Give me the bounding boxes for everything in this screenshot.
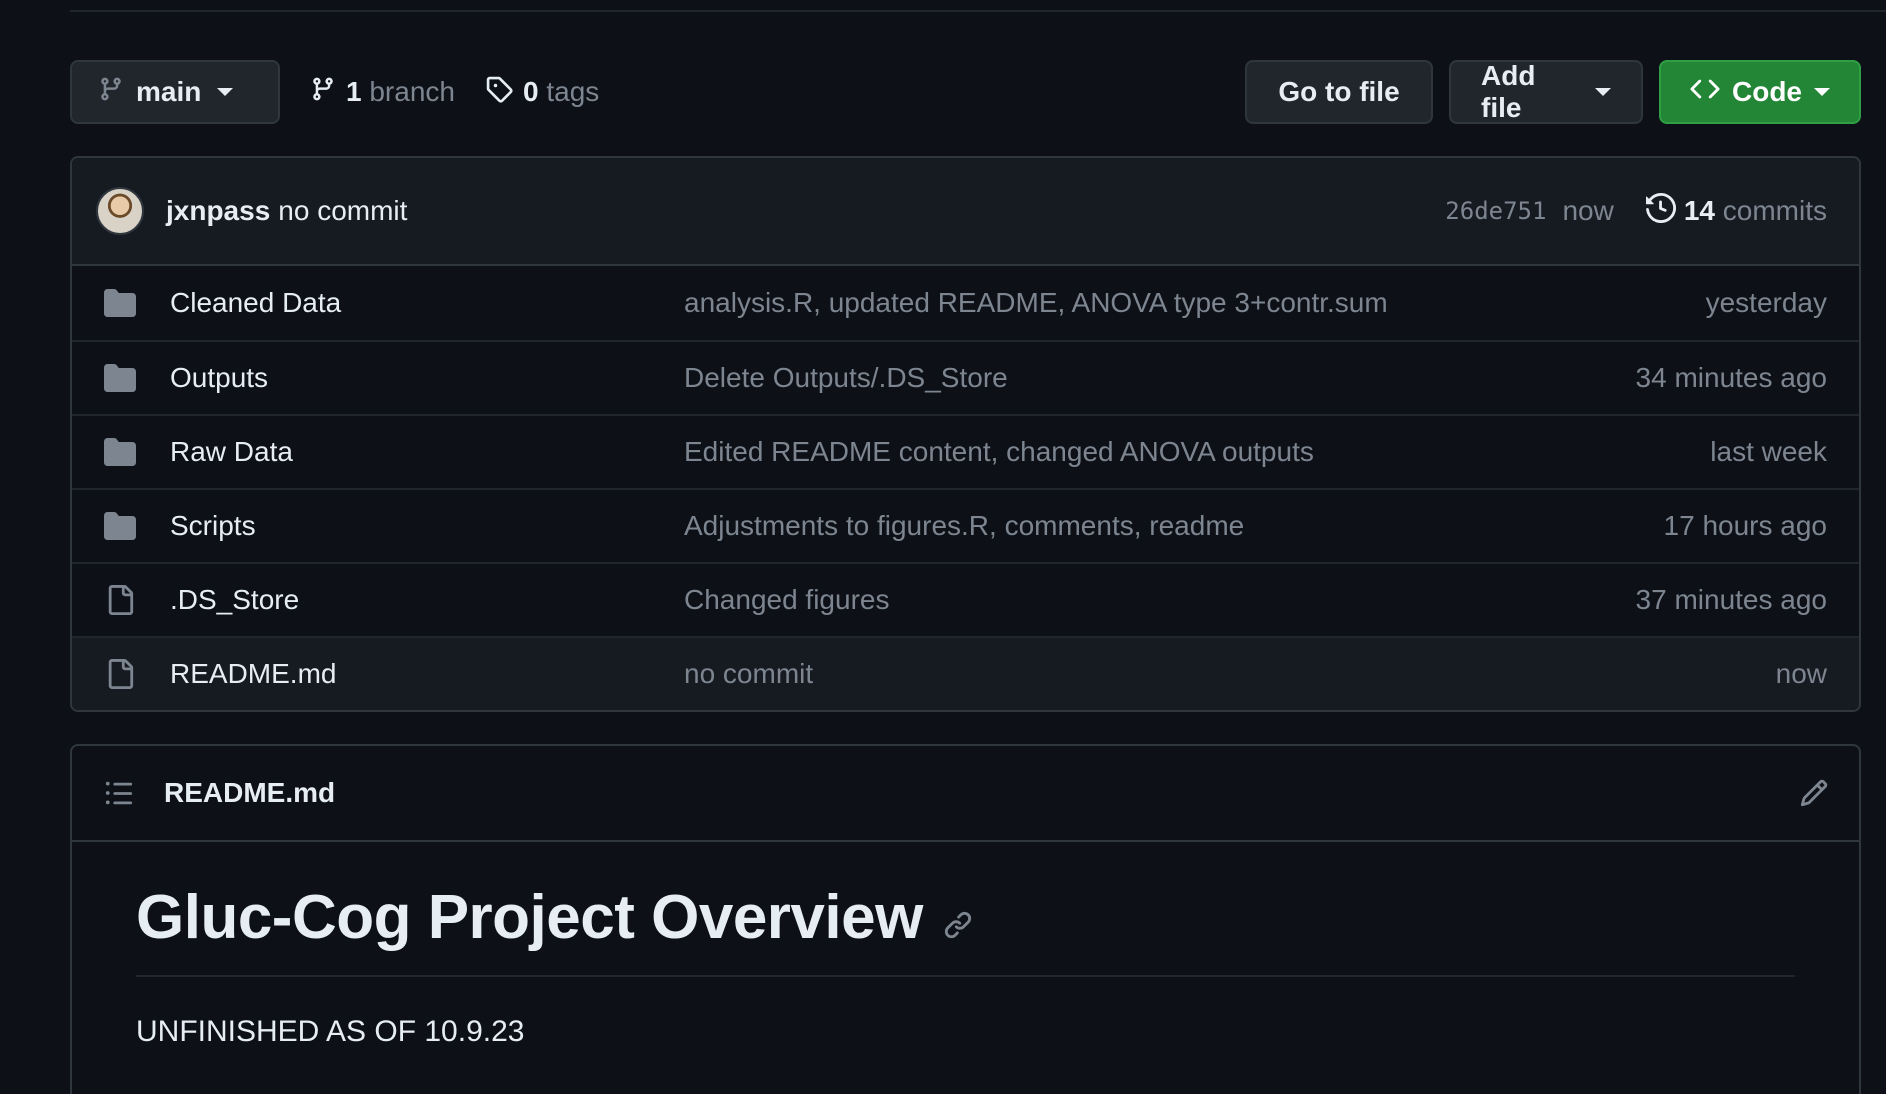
file-commit-age: last week bbox=[1710, 436, 1827, 467]
top-divider bbox=[70, 10, 1886, 12]
file-browser: jxnpass no commit 26de751 now 14 commits… bbox=[70, 156, 1861, 712]
add-file-label: Add file bbox=[1481, 60, 1536, 123]
file-commit-age: yesterday bbox=[1705, 287, 1827, 318]
commit-history-link[interactable]: 14 commits bbox=[1645, 192, 1827, 230]
folder-icon bbox=[102, 287, 138, 319]
file-row[interactable]: Scripts Adjustments to figures.R, comment… bbox=[72, 488, 1859, 562]
file-commit-age: 34 minutes ago bbox=[1635, 362, 1827, 393]
file-list: Cleaned Data analysis.R, updated README, … bbox=[72, 266, 1859, 710]
code-icon bbox=[1690, 74, 1720, 111]
chevron-down-icon bbox=[1814, 88, 1830, 96]
branches-link[interactable]: 1 branch bbox=[310, 76, 455, 109]
file-icon bbox=[102, 658, 138, 690]
file-row[interactable]: .DS_Store Changed figures 37 minutes ago bbox=[72, 562, 1859, 636]
file-commit-message-link[interactable]: Delete Outputs/.DS_Store bbox=[684, 362, 1636, 394]
pencil-icon[interactable] bbox=[1799, 778, 1829, 808]
readme-filename-link[interactable]: README.md bbox=[164, 777, 335, 809]
file-name-link[interactable]: Outputs bbox=[170, 362, 684, 394]
tag-icon bbox=[485, 75, 513, 110]
file-name-link[interactable]: Scripts bbox=[170, 510, 684, 542]
file-row[interactable]: Outputs Delete Outputs/.DS_Store 34 minute… bbox=[72, 340, 1859, 414]
readme-panel: README.md Gluc-Cog Project Overview UNFI… bbox=[70, 744, 1861, 1094]
repository-page: main 1 branch 0 tags Go to file Add file bbox=[0, 0, 1886, 1094]
commit-meta: 26de751 now 14 commits bbox=[1445, 192, 1827, 230]
file-commit-message-link[interactable]: analysis.R, updated README, ANOVA type 3… bbox=[684, 287, 1706, 319]
file-icon bbox=[102, 584, 138, 616]
commit-author-link[interactable]: jxnpass bbox=[166, 195, 270, 227]
go-to-file-button[interactable]: Go to file bbox=[1245, 60, 1433, 124]
file-name-link[interactable]: Cleaned Data bbox=[170, 287, 684, 319]
file-row[interactable]: Cleaned Data analysis.R, updated README, … bbox=[72, 266, 1859, 340]
commit-time: now bbox=[1562, 195, 1614, 226]
branch-selector-button[interactable]: main bbox=[70, 60, 280, 124]
branch-count: 1 bbox=[346, 76, 362, 107]
readme-paragraph: UNFINISHED AS OF 10.9.23 bbox=[136, 1015, 525, 1048]
tag-count: 0 bbox=[522, 76, 539, 107]
folder-icon bbox=[102, 510, 138, 542]
readme-heading: Gluc-Cog Project Overview bbox=[136, 883, 923, 952]
file-commit-message-link[interactable]: no commit bbox=[684, 658, 1776, 690]
chevron-down-icon bbox=[217, 88, 234, 96]
file-row[interactable]: README.md no commit now bbox=[72, 636, 1859, 710]
file-name-link[interactable]: Raw Data bbox=[170, 436, 684, 468]
latest-commit-bar: jxnpass no commit 26de751 now 14 commits bbox=[72, 158, 1859, 266]
file-commit-age: 17 hours ago bbox=[1663, 510, 1827, 541]
commit-count: 14 bbox=[1683, 195, 1715, 226]
list-icon[interactable] bbox=[104, 778, 134, 808]
tags-link[interactable]: 0 tags bbox=[485, 75, 599, 110]
file-row[interactable]: Raw Data Edited README content, changed A… bbox=[72, 414, 1859, 488]
file-name-link[interactable]: .DS_Store bbox=[170, 584, 684, 616]
add-file-button[interactable]: Add file bbox=[1449, 60, 1643, 124]
commit-sha-link[interactable]: 26de751 bbox=[1445, 197, 1546, 225]
link-icon[interactable] bbox=[943, 910, 973, 940]
folder-icon bbox=[102, 362, 138, 394]
chevron-down-icon bbox=[1595, 88, 1611, 96]
commit-label: commits bbox=[1722, 195, 1827, 226]
file-commit-message-link[interactable]: Adjustments to figures.R, comments, read… bbox=[684, 510, 1664, 542]
branch-label: branch bbox=[369, 76, 455, 107]
git-branch-icon bbox=[98, 76, 124, 109]
file-commit-age: now bbox=[1775, 658, 1827, 689]
git-branch-icon bbox=[310, 76, 336, 109]
commit-message-link[interactable]: no commit bbox=[278, 195, 407, 227]
repo-toolbar: main 1 branch 0 tags Go to file Add file bbox=[70, 60, 1861, 124]
avatar[interactable] bbox=[96, 187, 144, 235]
file-commit-age: 37 minutes ago bbox=[1635, 584, 1827, 615]
code-label: Code bbox=[1732, 76, 1802, 107]
file-commit-message-link[interactable]: Edited README content, changed ANOVA out… bbox=[684, 436, 1710, 468]
readme-content: Gluc-Cog Project Overview UNFINISHED AS … bbox=[72, 842, 1859, 1049]
code-button[interactable]: Code bbox=[1659, 60, 1861, 124]
tag-label: tags bbox=[546, 76, 600, 107]
file-name-link[interactable]: README.md bbox=[170, 658, 684, 690]
file-commit-message-link[interactable]: Changed figures bbox=[684, 584, 1636, 616]
readme-heading-row: Gluc-Cog Project Overview bbox=[136, 882, 1795, 977]
history-icon bbox=[1645, 192, 1676, 230]
branch-name: main bbox=[136, 76, 202, 107]
folder-icon bbox=[102, 436, 138, 468]
readme-header: README.md bbox=[72, 746, 1859, 842]
